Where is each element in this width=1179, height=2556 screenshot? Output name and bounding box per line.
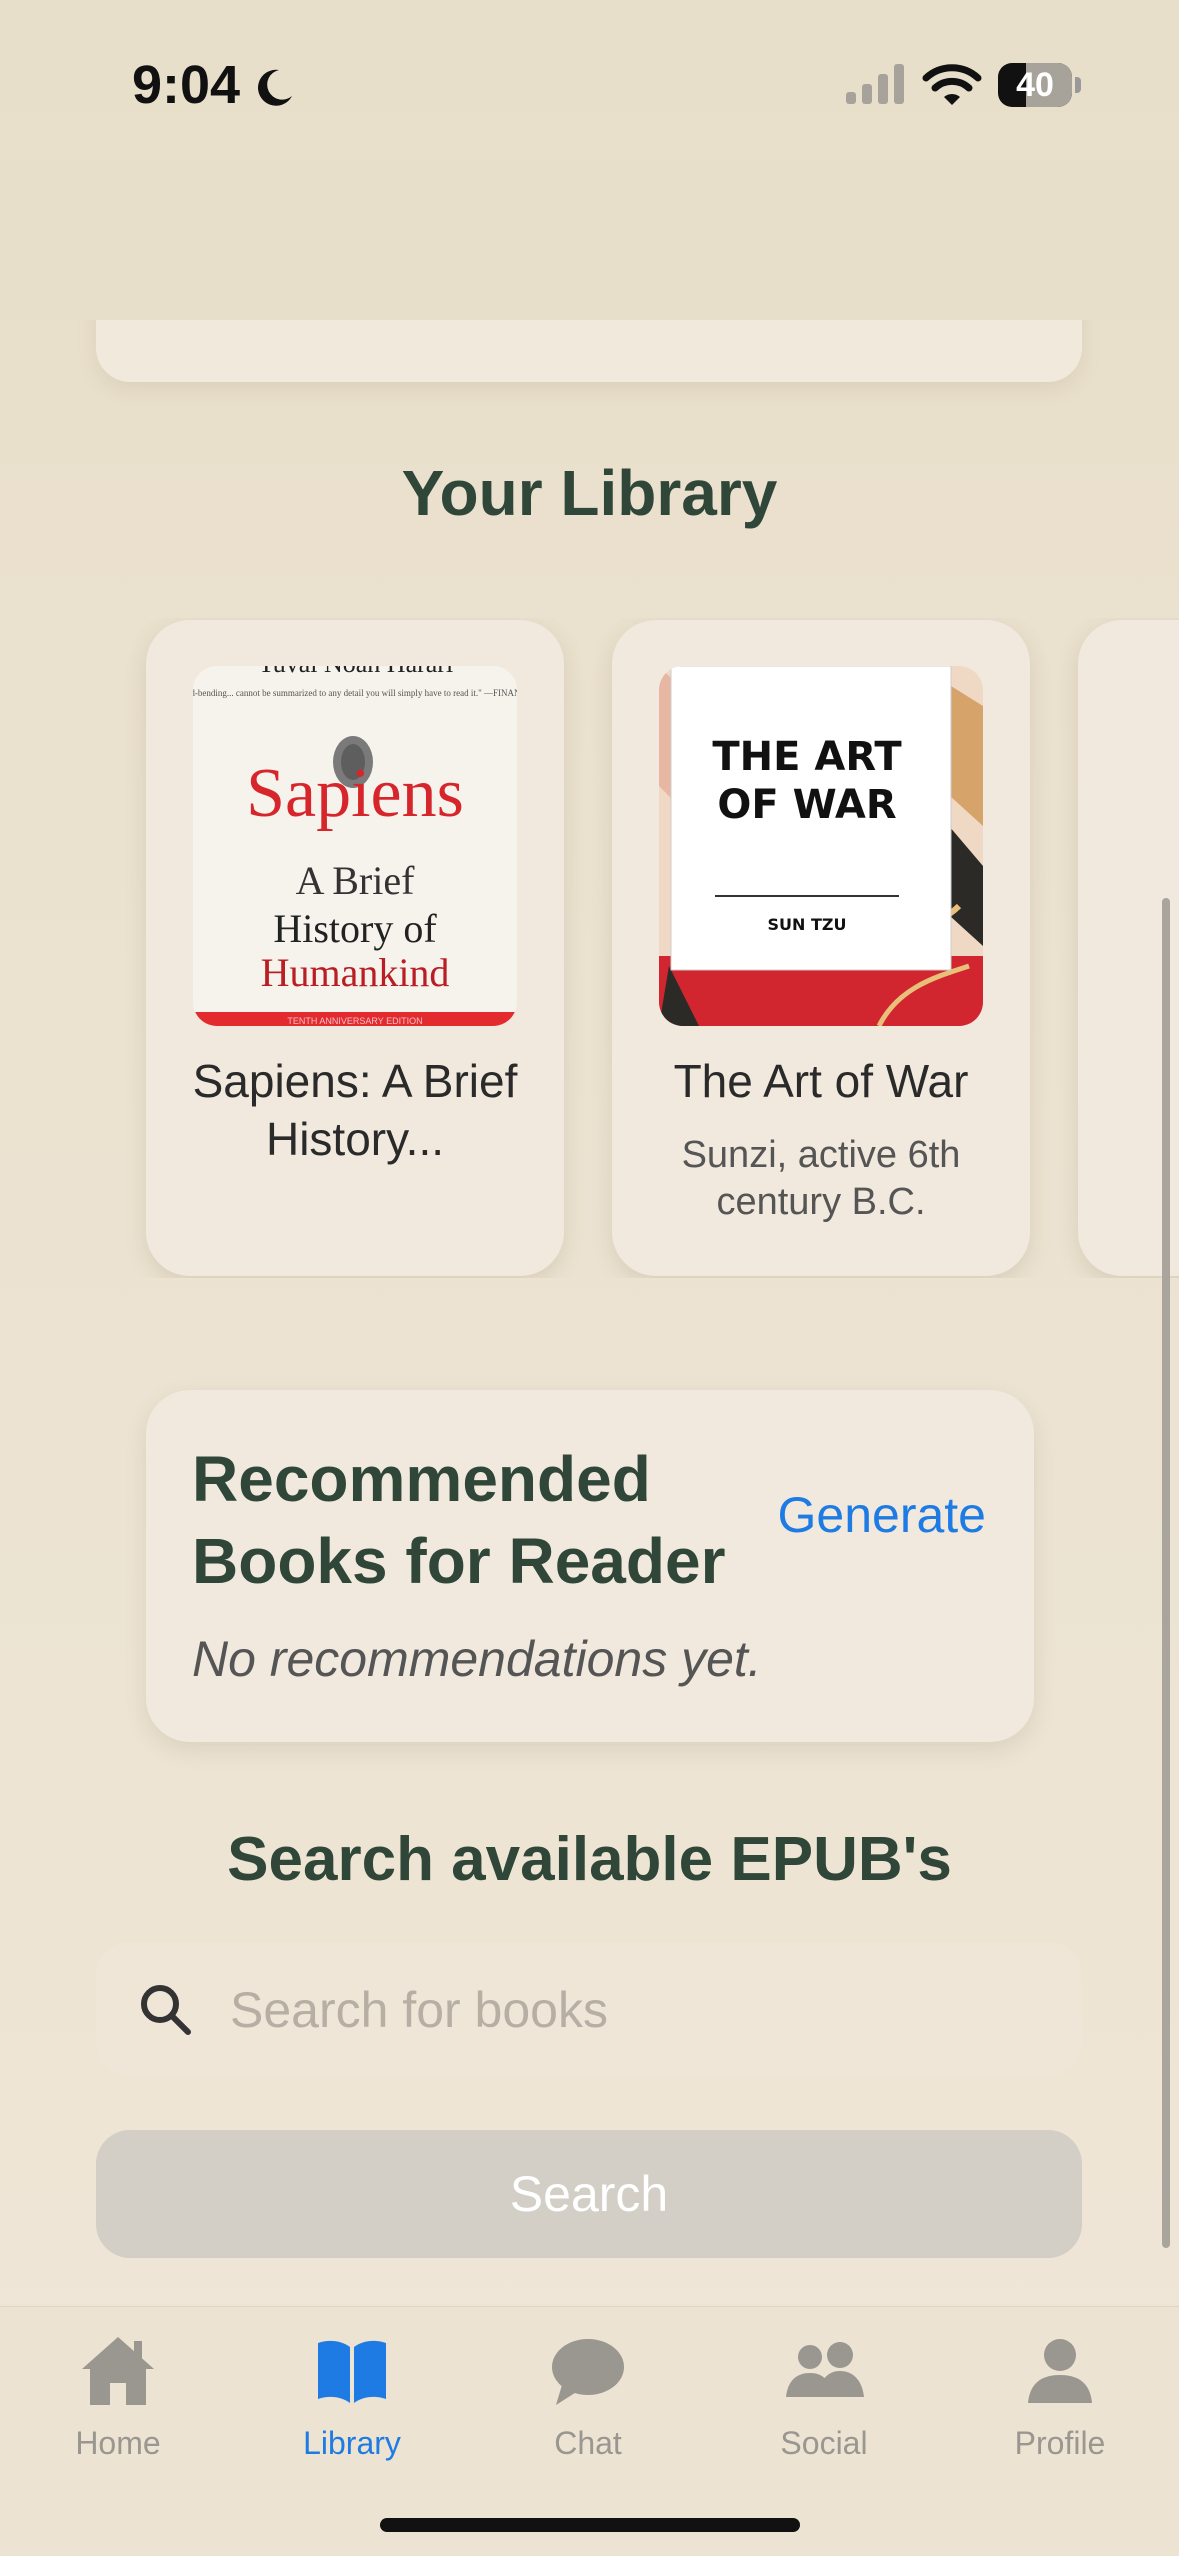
battery-level: 40 (1016, 66, 1054, 104)
tab-chat-label: Chat (554, 2425, 622, 2461)
recommended-books-card: Recommended Books for Reader Generate No… (146, 1390, 1034, 1742)
book-title-sapiens: Sapiens: A Brief History... (192, 1055, 518, 1165)
library-title: Your Library (401, 457, 778, 529)
tab-home-label: Home (75, 2425, 161, 2461)
svg-text:History of: History of (273, 906, 437, 951)
recommendations-empty-text: No recommendations yet. (192, 1631, 762, 1687)
svg-text:TENTH ANNIVERSARY EDITION: TENTH ANNIVERSARY EDITION (287, 1016, 422, 1026)
tab-profile-label: Profile (1014, 2425, 1106, 2461)
book-card-sapiens[interactable]: Yuval Noah Harari "Bracing, mind-bending… (146, 620, 564, 1276)
book-cover-sapiens: Yuval Noah Harari "Bracing, mind-bending… (193, 666, 517, 1026)
svg-text:THE ART: THE ART (712, 734, 902, 780)
tab-home[interactable]: Home (0, 2321, 236, 2471)
search-field[interactable] (96, 1942, 1082, 2078)
scroll-indicator[interactable] (1162, 898, 1170, 2248)
library-book-icon (318, 2340, 386, 2403)
search-epub-title: Search available EPUB's (227, 1825, 952, 1894)
signal-icon (846, 64, 904, 104)
svg-text:OF WAR: OF WAR (717, 782, 896, 828)
status-time: 9:04 (132, 55, 241, 115)
sapiens-cover-art: Yuval Noah Harari "Bracing, mind-bending… (193, 666, 517, 1026)
book-title-art-of-war: The Art of War (673, 1055, 969, 1107)
library-screen: The Greeks 9:04 40 Your Library (0, 0, 1179, 2556)
svg-text:Yuval Noah Harari: Yuval Noah Harari (257, 666, 453, 678)
moon-icon (258, 69, 292, 106)
library-book-carousel[interactable]: Yuval Noah Harari "Bracing, mind-bending… (0, 618, 1179, 1278)
svg-text:A Brief: A Brief (296, 858, 416, 903)
tab-profile[interactable]: Profile (942, 2321, 1178, 2471)
svg-text:Sapiens: Sapiens (246, 755, 464, 832)
search-icon (141, 1985, 191, 2035)
tab-social-label: Social (780, 2425, 868, 2461)
svg-text:Humankind: Humankind (261, 950, 450, 995)
home-icon (82, 2337, 154, 2405)
book-cover-art-of-war: THE ART OF WAR SUN TZU (659, 666, 983, 1026)
tab-library[interactable]: Library (234, 2321, 470, 2471)
status-bar: 9:04 40 (0, 0, 1179, 160)
search-button[interactable]: Search (96, 2130, 1082, 2258)
battery-icon: 40 (998, 63, 1081, 107)
wifi-icon (922, 64, 982, 105)
book-author-art-of-war: Sunzi, active 6th century B.C. (681, 1134, 961, 1223)
tab-social[interactable]: Social (706, 2321, 942, 2471)
svg-text:"Bracing, mind-bending... cann: "Bracing, mind-bending... cannot be summ… (193, 688, 517, 698)
tab-library-label: Library (303, 2425, 401, 2461)
svg-text:SUN TZU: SUN TZU (768, 915, 847, 934)
chat-bubble-icon (552, 2339, 624, 2405)
search-input[interactable] (228, 1942, 1052, 2078)
tab-chat[interactable]: Chat (470, 2321, 706, 2471)
status-bar-background (0, 160, 1179, 320)
home-indicator[interactable] (380, 2518, 800, 2532)
generate-button[interactable]: Generate (778, 1486, 986, 1544)
social-people-icon (786, 2342, 864, 2397)
book-card-art-of-war[interactable]: THE ART OF WAR SUN TZU The Art of War Su… (612, 620, 1030, 1276)
art-of-war-cover-art: THE ART OF WAR SUN TZU (659, 666, 983, 1026)
recommended-title: Recommended Books for Reader (192, 1443, 726, 1597)
profile-person-icon (1028, 2339, 1092, 2403)
